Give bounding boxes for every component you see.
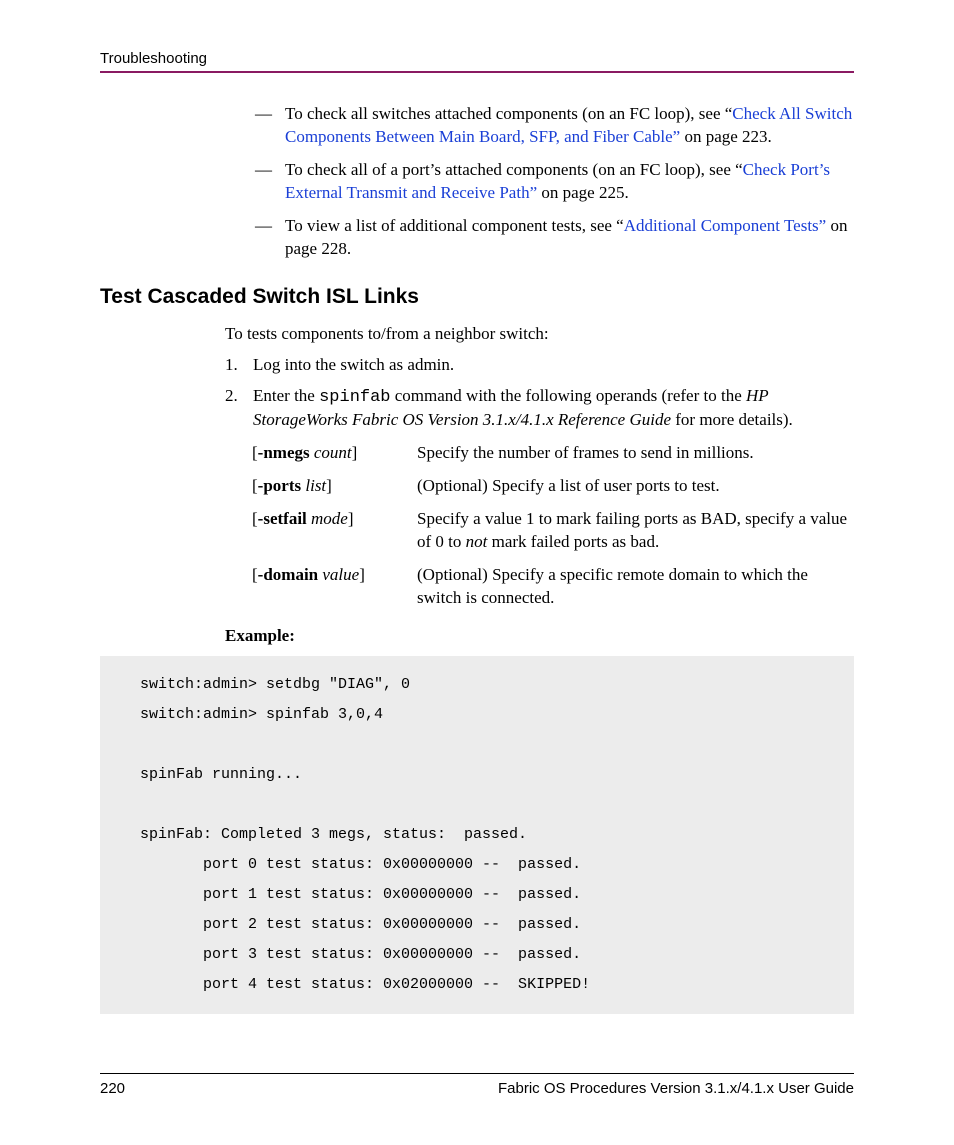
option-flag: -ports <box>258 476 301 495</box>
body-text: on page 223. <box>680 127 772 146</box>
dash-icon: — <box>255 159 285 205</box>
option-arg: count <box>314 443 352 462</box>
dash-icon: — <box>255 215 285 261</box>
page-footer: 220 Fabric OS Procedures Version 3.1.x/4… <box>100 1073 854 1097</box>
table-row: [-ports list] (Optional) Specify a list … <box>252 475 854 498</box>
running-header: Troubleshooting <box>100 50 854 71</box>
body-text: Log into the switch as admin. <box>253 354 854 377</box>
option-flag: -setfail <box>258 509 307 528</box>
list-item: 1. Log into the switch as admin. <box>225 354 854 377</box>
option-arg: mode <box>311 509 348 528</box>
option-arg: list <box>305 476 326 495</box>
list-number: 1. <box>225 354 253 377</box>
body-text: To tests components to/from a neighbor s… <box>225 323 854 346</box>
body-text: on page 225. <box>537 183 629 202</box>
list-item: — To check all of a port’s attached comp… <box>255 159 854 205</box>
xref-link[interactable]: Additional Component Tests” <box>624 216 826 235</box>
option-desc: not <box>466 532 488 551</box>
page-number: 220 <box>100 1080 125 1097</box>
table-row: [-setfail mode] Specify a value 1 to mar… <box>252 508 854 554</box>
list-item: 2. Enter the spinfab command with the fo… <box>225 385 854 433</box>
body-text: command with the following operands (ref… <box>391 386 746 405</box>
header-rule <box>100 71 854 73</box>
body-text: To check all of a port’s attached compon… <box>285 160 743 179</box>
option-arg: value <box>322 565 359 584</box>
section-heading: Test Cascaded Switch ISL Links <box>100 285 854 309</box>
options-table: [-nmegs count] Specify the number of fra… <box>252 442 854 610</box>
option-desc: Specify the number of frames to send in … <box>417 442 854 465</box>
body-text: for more details). <box>671 410 793 429</box>
list-item: — To view a list of additional component… <box>255 215 854 261</box>
doc-title: Fabric OS Procedures Version 3.1.x/4.1.x… <box>498 1080 854 1097</box>
example-label: Example: <box>225 626 854 646</box>
table-row: [-nmegs count] Specify the number of fra… <box>252 442 854 465</box>
body-text: Enter the <box>253 386 319 405</box>
option-desc: (Optional) Specify a specific remote dom… <box>417 564 854 610</box>
dash-icon: — <box>255 103 285 149</box>
code-block: switch:admin> setdbg "DIAG", 0 switch:ad… <box>100 656 854 1014</box>
list-number: 2. <box>225 385 253 433</box>
option-desc: mark failed ports as bad. <box>487 532 659 551</box>
option-flag: -domain <box>258 565 318 584</box>
body-text: To check all switches attached component… <box>285 104 732 123</box>
table-row: [-domain value] (Optional) Specify a spe… <box>252 564 854 610</box>
body-text: To view a list of additional component t… <box>285 216 624 235</box>
list-item: — To check all switches attached compone… <box>255 103 854 149</box>
option-flag: -nmegs <box>258 443 310 462</box>
option-desc: (Optional) Specify a list of user ports … <box>417 475 854 498</box>
inline-code: spinfab <box>319 388 390 407</box>
footer-rule <box>100 1073 854 1074</box>
